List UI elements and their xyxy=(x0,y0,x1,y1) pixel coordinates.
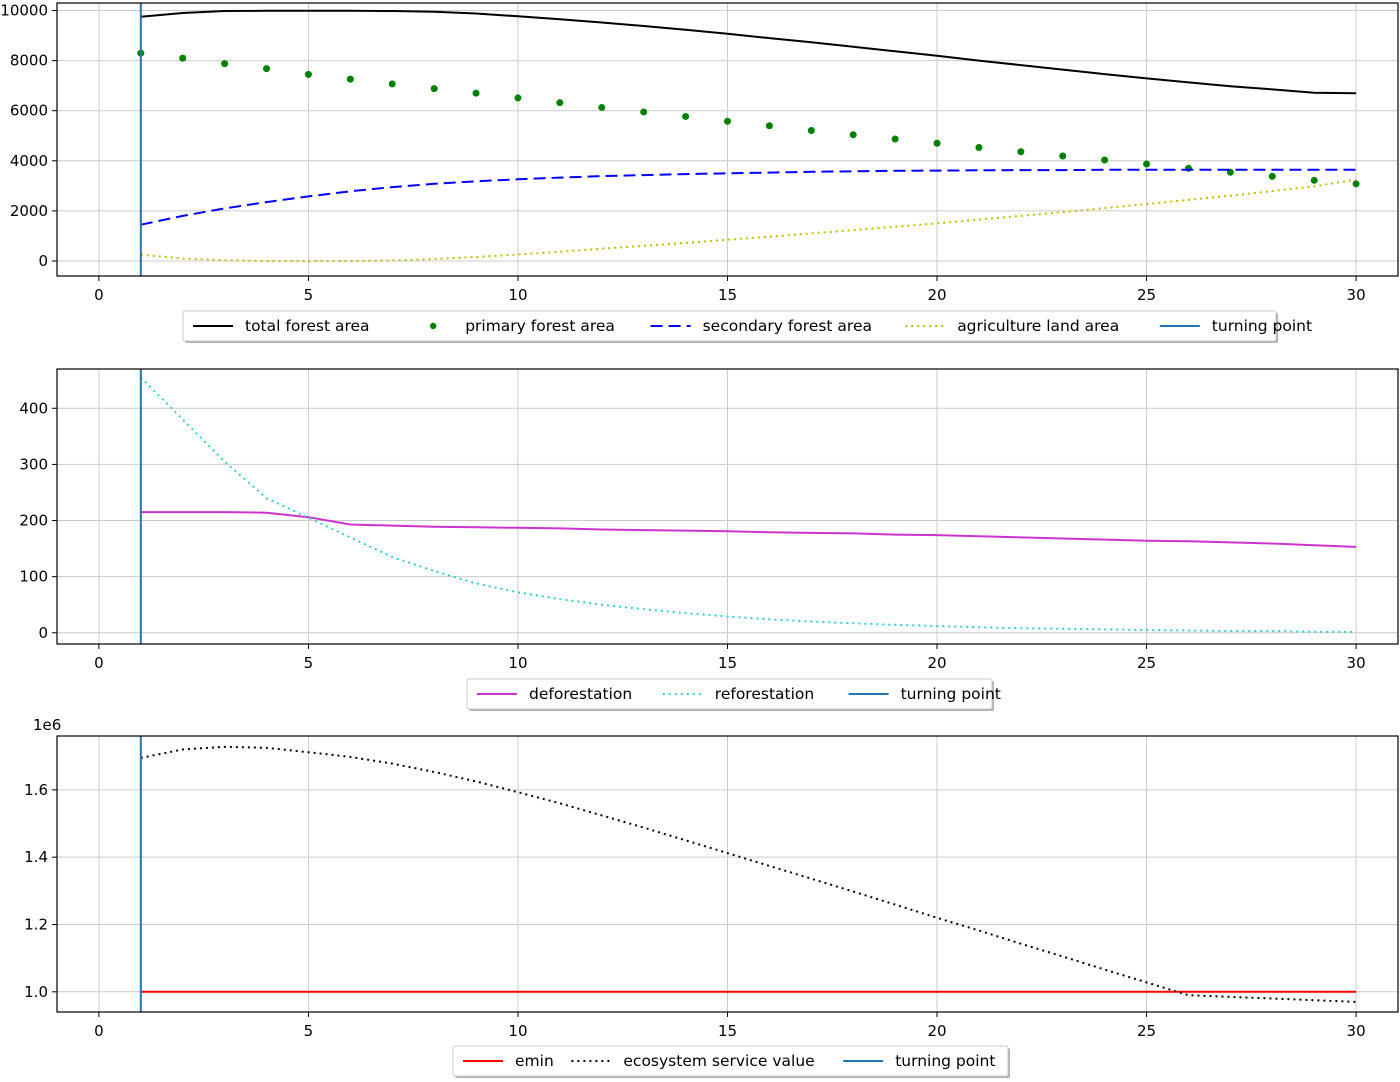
legend-label: total forest area xyxy=(245,317,370,335)
series-line xyxy=(140,168,1357,226)
series-ecosystem-service-value xyxy=(140,745,1357,1003)
x-tick-label: 10 xyxy=(508,286,527,304)
chart-panel-1: 0 5 10 15 20 25 30 0 2000 4000 6000 8000 10000 total … xyxy=(0,2,1399,343)
data-point xyxy=(1268,172,1276,180)
y-tick-label: 400 xyxy=(19,399,48,417)
series-primary-forest-area xyxy=(137,49,1360,188)
x-tick-label: 15 xyxy=(718,286,737,304)
series-line xyxy=(140,511,1357,548)
x-tick-label: 25 xyxy=(1137,286,1156,304)
data-point xyxy=(1352,180,1360,188)
data-point xyxy=(765,122,773,130)
legend-label: deforestation xyxy=(529,685,632,703)
y-tick-label: 4000 xyxy=(10,152,48,170)
x-tick-label: 20 xyxy=(927,286,946,304)
series-deforestation xyxy=(140,511,1357,548)
data-point xyxy=(556,99,564,107)
series-reforestation xyxy=(140,376,1357,633)
y-tick-label: 0 xyxy=(38,252,48,270)
x-tick-label: 10 xyxy=(508,1022,527,1040)
y-tick-label: 1.0 xyxy=(24,983,48,1001)
x-tick-label: 0 xyxy=(94,286,104,304)
data-point xyxy=(263,65,271,73)
y-tick-label: 1.6 xyxy=(24,781,48,799)
legend-label: turning point xyxy=(1212,317,1312,335)
series-total-forest-area xyxy=(140,9,1357,95)
data-point xyxy=(1101,156,1109,164)
data-point xyxy=(1017,148,1025,156)
y-tick-label: 10000 xyxy=(0,2,48,20)
legend-label: turning point xyxy=(895,1052,995,1070)
y-tick-label: 0 xyxy=(38,624,48,642)
y-tick-label: 8000 xyxy=(10,52,48,70)
y-tick-label: 1.4 xyxy=(24,848,48,866)
data-point xyxy=(807,126,815,134)
x-tick-label: 20 xyxy=(927,654,946,672)
data-point xyxy=(514,94,522,102)
x-tick-label: 15 xyxy=(718,1022,737,1040)
legend-label: secondary forest area xyxy=(703,317,872,335)
data-point xyxy=(598,103,606,111)
data-point xyxy=(388,80,396,88)
series-line xyxy=(140,376,1357,633)
x-tick-label: 20 xyxy=(927,1022,946,1040)
legend: deforestation reforestation turning point xyxy=(466,678,1001,711)
y-tick-label: 100 xyxy=(19,568,48,586)
x-tick-label: 30 xyxy=(1347,1022,1366,1040)
x-tick-label: 30 xyxy=(1347,654,1366,672)
legend-label: reforestation xyxy=(715,685,814,703)
x-tick-label: 5 xyxy=(304,286,314,304)
x-tick-label: 0 xyxy=(94,1022,104,1040)
data-point xyxy=(472,89,480,97)
chart-panel-2: 0 5 10 15 20 25 300100200300400deforestation re… xyxy=(19,368,1399,711)
data-point xyxy=(1310,176,1318,184)
series-line xyxy=(140,178,1357,263)
data-point xyxy=(221,60,229,68)
x-tick-label: 25 xyxy=(1137,1022,1156,1040)
data-point xyxy=(975,144,983,152)
data-point xyxy=(849,131,857,139)
legend-label: emin xyxy=(515,1052,554,1070)
legend-marker xyxy=(430,322,437,330)
y-offset-label: 1e6 xyxy=(33,716,61,734)
x-tick-label: 0 xyxy=(94,654,104,672)
y-tick-label: 200 xyxy=(19,512,48,530)
data-point xyxy=(640,108,648,116)
chart-figure: 0 5 10 15 20 25 300200040006000800010000total … xyxy=(0,2,1399,1078)
y-tick-label: 1.2 xyxy=(24,915,48,933)
legend-label: primary forest area xyxy=(465,317,615,335)
series-line xyxy=(140,9,1357,95)
legend-label: ecosystem service value xyxy=(623,1052,814,1070)
x-tick-label: 5 xyxy=(304,1022,314,1040)
legend: emin ecosystem service value turning point xyxy=(452,1045,1010,1078)
data-point xyxy=(179,54,187,62)
legend-label: agriculture land area xyxy=(957,317,1119,335)
series-line xyxy=(140,745,1357,1003)
data-point xyxy=(724,117,731,125)
data-point xyxy=(933,139,941,147)
x-tick-label: 30 xyxy=(1347,286,1366,304)
x-tick-label: 5 xyxy=(304,654,314,672)
x-tick-label: 15 xyxy=(718,654,737,672)
x-tick-label: 10 xyxy=(508,654,527,672)
data-point xyxy=(682,112,690,120)
data-point xyxy=(304,70,312,78)
series-agriculture-land-area xyxy=(140,178,1357,263)
data-point xyxy=(1059,152,1067,160)
legend: total forest area primary forest area seco… xyxy=(182,310,1312,343)
y-tick-label: 6000 xyxy=(10,102,48,120)
data-point xyxy=(891,135,899,143)
y-tick-label: 2000 xyxy=(10,202,48,220)
x-tick-label: 25 xyxy=(1137,654,1156,672)
data-point xyxy=(346,75,354,83)
data-point xyxy=(430,85,438,93)
legend-label: turning point xyxy=(901,685,1001,703)
series-secondary-forest-area xyxy=(140,168,1357,226)
y-tick-label: 300 xyxy=(19,455,48,473)
chart-panel-3: 0 5 10 15 20 25 30 1.0 1.2 1.4 1.6 1e6 emin ecosystem… xyxy=(24,716,1399,1078)
data-point xyxy=(1143,160,1151,168)
